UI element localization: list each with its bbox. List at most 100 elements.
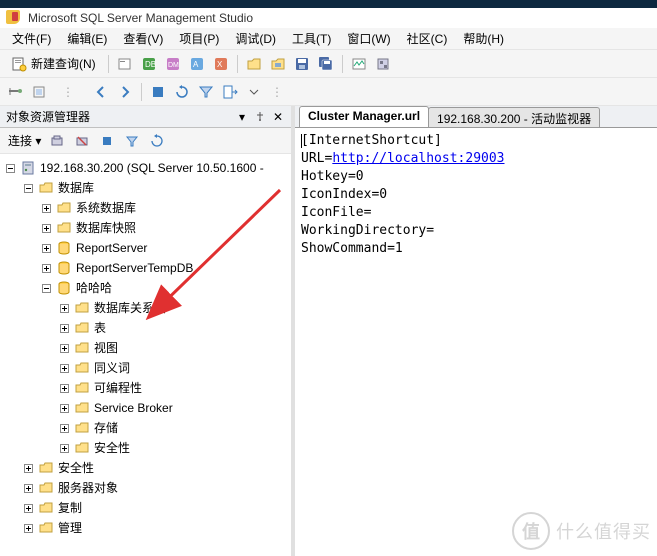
stop-icon[interactable] <box>147 81 169 103</box>
tree-node[interactable]: 存储 <box>4 418 291 438</box>
tree-label: 安全性 <box>58 458 94 478</box>
text-editor[interactable]: [InternetShortcut] URL=http://localhost:… <box>295 128 657 556</box>
menu-edit[interactable]: 编辑(E) <box>59 28 115 49</box>
expander-plus-icon[interactable] <box>58 342 70 354</box>
menu-debug[interactable]: 调试(D) <box>227 28 284 49</box>
tree-label: 系统数据库 <box>76 198 136 218</box>
menu-tools[interactable]: 工具(T) <box>284 28 339 49</box>
tree-node-hahaha[interactable]: 哈哈哈 <box>4 278 291 298</box>
connect-dropdown[interactable]: 连接 ▾ <box>4 132 43 149</box>
toolbar-btn-2[interactable]: DB <box>138 53 160 75</box>
tab-cluster-manager[interactable]: Cluster Manager.url <box>299 106 429 127</box>
registered-servers-icon[interactable] <box>372 53 394 75</box>
expander-plus-icon[interactable] <box>58 362 70 374</box>
connect-icon[interactable] <box>46 130 68 152</box>
tree-node-databases[interactable]: 数据库 <box>4 178 291 198</box>
folder-icon <box>56 200 72 216</box>
disconnect-icon[interactable] <box>71 130 93 152</box>
expander-plus-icon[interactable] <box>58 422 70 434</box>
tree-node[interactable]: 可编程性 <box>4 378 291 398</box>
editor-line: WorkingDirectory= <box>301 222 651 240</box>
new-query-label: 新建查询(N) <box>31 55 96 72</box>
pin-icon[interactable] <box>253 110 267 124</box>
toolbar2-btn-2[interactable] <box>28 81 50 103</box>
menu-view[interactable]: 查看(V) <box>115 28 171 49</box>
expander-plus-icon[interactable] <box>22 522 34 534</box>
tree-node[interactable]: 系统数据库 <box>4 198 291 218</box>
tree-label: Service Broker <box>94 398 173 418</box>
toolbar-btn-4[interactable]: A <box>186 53 208 75</box>
tree-node[interactable]: 服务器对象 <box>4 478 291 498</box>
export-icon[interactable] <box>219 81 241 103</box>
folder-icon <box>74 420 90 436</box>
expander-plus-icon[interactable] <box>58 402 70 414</box>
new-query-button[interactable]: 新建查询(N) <box>4 52 103 75</box>
tree-node[interactable]: 安全性 <box>4 458 291 478</box>
nav-forward-icon[interactable] <box>114 81 136 103</box>
tree-label: ReportServer <box>76 238 147 258</box>
tree-node[interactable]: ReportServerTempDB <box>4 258 291 278</box>
tree-server-node[interactable]: 192.168.30.200 (SQL Server 10.50.1600 - <box>4 158 291 178</box>
object-explorer-tree[interactable]: 192.168.30.200 (SQL Server 10.50.1600 - … <box>0 154 291 556</box>
menu-file[interactable]: 文件(F) <box>4 28 59 49</box>
titlebar: Microsoft SQL Server Management Studio <box>0 0 657 28</box>
tree-node[interactable]: 表 <box>4 318 291 338</box>
tree-node[interactable]: 安全性 <box>4 438 291 458</box>
save-all-icon[interactable] <box>315 53 337 75</box>
tree-node[interactable]: 复制 <box>4 498 291 518</box>
document-tabbar: Cluster Manager.url 192.168.30.200 - 活动监… <box>295 106 657 128</box>
svg-text:DB: DB <box>145 60 156 69</box>
toolbar2-btn-1[interactable] <box>4 81 26 103</box>
expander-plus-icon[interactable] <box>22 502 34 514</box>
expander-minus-icon[interactable] <box>22 182 34 194</box>
expander-plus-icon[interactable] <box>40 262 52 274</box>
expander-plus-icon[interactable] <box>22 482 34 494</box>
dropdown-icon[interactable] <box>243 81 265 103</box>
toolbar-main: 新建查询(N) DB DM A X <box>0 50 657 78</box>
expander-plus-icon[interactable] <box>58 322 70 334</box>
expander-plus-icon[interactable] <box>58 442 70 454</box>
expander-plus-icon[interactable] <box>58 382 70 394</box>
expander-plus-icon[interactable] <box>40 242 52 254</box>
refresh-icon[interactable] <box>146 130 168 152</box>
expander-minus-icon[interactable] <box>40 282 52 294</box>
menubar: 文件(F) 编辑(E) 查看(V) 项目(P) 调试(D) 工具(T) 窗口(W… <box>0 28 657 50</box>
tree-node[interactable]: Service Broker <box>4 398 291 418</box>
tree-node[interactable]: 同义词 <box>4 358 291 378</box>
tree-node[interactable]: 管理 <box>4 518 291 538</box>
expander-plus-icon[interactable] <box>22 462 34 474</box>
expander-minus-icon[interactable] <box>4 162 16 174</box>
stop-icon[interactable] <box>96 130 118 152</box>
close-icon[interactable]: ✕ <box>271 110 285 124</box>
filter-icon[interactable] <box>195 81 217 103</box>
tab-activity-monitor[interactable]: 192.168.30.200 - 活动监视器 <box>428 107 600 127</box>
tree-node[interactable]: ReportServer <box>4 238 291 258</box>
expander-plus-icon[interactable] <box>40 222 52 234</box>
menu-window[interactable]: 窗口(W) <box>339 28 398 49</box>
nav-back-icon[interactable] <box>90 81 112 103</box>
save-icon[interactable] <box>291 53 313 75</box>
activity-monitor-icon[interactable] <box>348 53 370 75</box>
toolbar-btn-1[interactable] <box>114 53 136 75</box>
menu-community[interactable]: 社区(C) <box>399 28 456 49</box>
object-explorer-title: 对象资源管理器 <box>6 108 90 125</box>
expander-plus-icon[interactable] <box>58 302 70 314</box>
object-explorer-toolbar: 连接 ▾ <box>0 128 291 154</box>
open-file-icon[interactable] <box>243 53 265 75</box>
refresh-icon[interactable] <box>171 81 193 103</box>
toolbar-btn-5[interactable]: X <box>210 53 232 75</box>
menu-project[interactable]: 项目(P) <box>171 28 227 49</box>
content: 对象资源管理器 ▾ ✕ 连接 ▾ 192.168.30.200 (SQL Ser… <box>0 106 657 556</box>
dropdown-icon[interactable]: ▾ <box>235 110 249 124</box>
url-link[interactable]: http://localhost:29003 <box>332 151 504 166</box>
object-explorer-header: 对象资源管理器 ▾ ✕ <box>0 106 291 128</box>
toolbar-btn-3[interactable]: DM <box>162 53 184 75</box>
tree-node[interactable]: 数据库快照 <box>4 218 291 238</box>
expander-plus-icon[interactable] <box>40 202 52 214</box>
open-project-icon[interactable] <box>267 53 289 75</box>
app-title: Microsoft SQL Server Management Studio <box>28 11 253 25</box>
tree-node[interactable]: 数据库关系图 <box>4 298 291 318</box>
filter-icon[interactable] <box>121 130 143 152</box>
menu-help[interactable]: 帮助(H) <box>455 28 512 49</box>
tree-node[interactable]: 视图 <box>4 338 291 358</box>
